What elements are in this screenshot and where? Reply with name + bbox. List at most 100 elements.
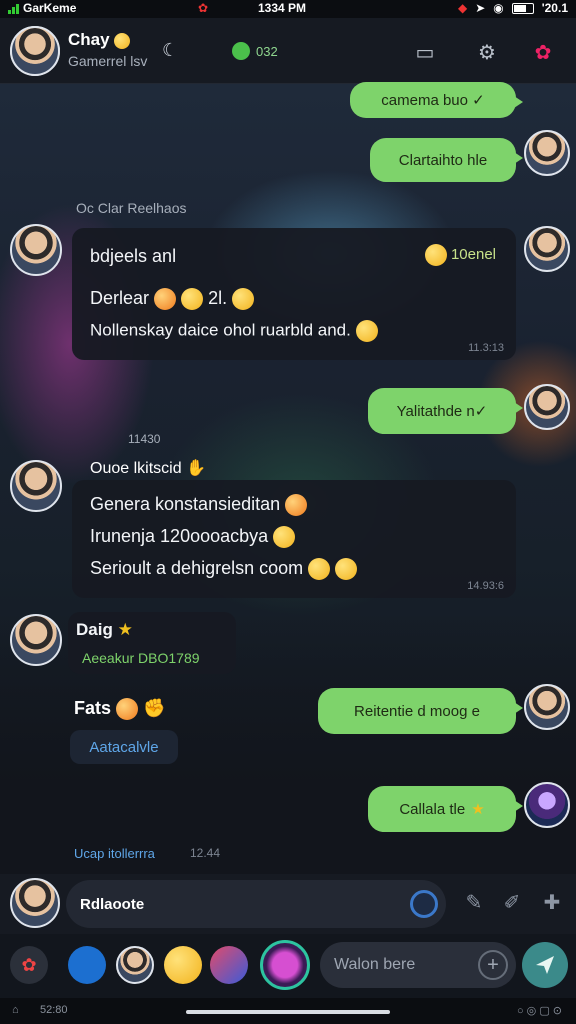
footer-time: 12.44 bbox=[190, 846, 221, 860]
emoji-icon[interactable] bbox=[164, 946, 202, 984]
hand-icon: ✊ bbox=[143, 698, 166, 718]
message-line: Derlear 2l. bbox=[90, 288, 255, 311]
location-icon: ➤ bbox=[475, 1, 486, 15]
sender-avatar[interactable] bbox=[524, 130, 570, 176]
sender-handle: Aeeakur DBO1789 bbox=[82, 650, 200, 666]
carrier-name: GarKeme bbox=[23, 1, 77, 15]
sender-avatar[interactable] bbox=[10, 614, 62, 666]
chat-header: Chay Gamerrel lsv ☾ 032 ▭ ⚙ ✿ bbox=[0, 18, 576, 84]
input-text: Rdlaoote bbox=[80, 896, 145, 913]
sender-name: Daig ★ bbox=[76, 620, 133, 639]
tag-text: 10enel bbox=[450, 245, 496, 263]
wifi-icon: ◉ bbox=[493, 1, 504, 15]
emoji-icon bbox=[285, 494, 308, 517]
my-avatar[interactable] bbox=[10, 878, 60, 928]
laugh-emoji-icon bbox=[355, 320, 378, 342]
carrier: GarKeme bbox=[8, 1, 76, 15]
system-icons: ○ ◎ ▢ ⊙ bbox=[516, 1005, 562, 1017]
lock-icon: ⌂ bbox=[12, 1004, 19, 1016]
voice-icon[interactable] bbox=[410, 890, 438, 918]
composer: Rdlaoote ✎ ✐ ✚ bbox=[0, 874, 576, 934]
moon-icon[interactable]: ☾ bbox=[162, 40, 178, 61]
contact-subtitle: Gamerrel lsv bbox=[68, 53, 148, 69]
status-bar: GarKeme ✿ 1334 PM ◆ ➤ ◉ '20.1 bbox=[0, 0, 576, 18]
sender-avatar[interactable] bbox=[10, 460, 62, 512]
heart-eyes-emoji-icon bbox=[308, 558, 331, 581]
link-chip[interactable]: Aatacalvle bbox=[70, 730, 178, 764]
battery-level: '20.1 bbox=[541, 1, 568, 15]
friend-avatar[interactable] bbox=[116, 946, 154, 984]
reply-placeholder: Walon bere bbox=[334, 956, 416, 973]
mini-avatar bbox=[10, 26, 60, 76]
message-text: Clartaihto hle bbox=[398, 151, 488, 169]
game-icon[interactable] bbox=[260, 940, 310, 990]
sender-name: Oc Clar Reelhaos bbox=[76, 200, 187, 216]
angry-emoji-icon bbox=[116, 698, 139, 721]
message-line: Nollenskay daice ohol ruarbld and. bbox=[90, 320, 378, 342]
sender-avatar[interactable] bbox=[524, 684, 570, 730]
outgoing-message[interactable]: Callala tle ★ bbox=[368, 786, 523, 832]
outgoing-message[interactable]: Reitentie d moog e bbox=[318, 688, 523, 734]
settings-icon[interactable]: ⚙ bbox=[474, 40, 500, 64]
angry-emoji-icon bbox=[154, 288, 177, 311]
system-left-text: 52:80 bbox=[40, 1004, 68, 1016]
message-line: Genera konstansieditan bbox=[90, 494, 308, 517]
incoming-message[interactable]: Fats ✊ bbox=[74, 698, 166, 721]
notification-icon: ✿ bbox=[198, 1, 209, 15]
send-icon bbox=[536, 956, 554, 974]
outgoing-message[interactable]: Yalitathde n✓ bbox=[368, 388, 523, 434]
message-line: Serioult a dehigrelsn coom bbox=[90, 558, 358, 581]
line-text: Derlear bbox=[90, 288, 150, 308]
signal-icon bbox=[8, 3, 19, 14]
pen-icon[interactable]: ✎ bbox=[460, 890, 488, 918]
message-text: Yalitathde n✓ bbox=[396, 403, 488, 420]
contact-name[interactable]: Chay bbox=[68, 30, 131, 50]
wow-emoji-icon bbox=[232, 288, 255, 311]
message-input[interactable]: Rdlaoote bbox=[66, 880, 446, 928]
outgoing-message[interactable]: Clartaihto hle bbox=[370, 138, 523, 182]
brush-icon[interactable]: ✐ bbox=[498, 890, 526, 918]
sender-avatar[interactable] bbox=[524, 226, 570, 272]
grin-emoji-icon bbox=[273, 526, 296, 549]
message-time: 11.3:13 bbox=[468, 342, 504, 354]
sender-name: Ouoe lkitscid ✋ bbox=[90, 460, 206, 477]
status-time: 1334 PM bbox=[258, 1, 307, 15]
screen-icon[interactable]: ▭ bbox=[412, 40, 438, 64]
quick-bar: ✿ Walon bere + bbox=[0, 934, 576, 998]
message-tag: 10enel bbox=[424, 244, 496, 266]
message-text: Callala tle bbox=[399, 800, 466, 818]
system-bar: ⌂ 52:80 ○ ◎ ▢ ⊙ bbox=[0, 998, 576, 1024]
plus-icon[interactable]: + bbox=[478, 950, 508, 980]
message-text: camema buo ✓ bbox=[381, 92, 485, 109]
star-icon: ★ bbox=[471, 801, 485, 818]
link-text: Aatacalvle bbox=[89, 738, 159, 756]
message-time: 14.93:6 bbox=[467, 580, 504, 592]
home-handle[interactable] bbox=[186, 1010, 390, 1014]
incoming-message[interactable]: bdjeels anl 10enel Derlear 2l. Nollenska… bbox=[72, 228, 516, 360]
sender-avatar[interactable] bbox=[524, 782, 570, 828]
message-line: Irunenja 120oooacbya bbox=[90, 526, 296, 549]
flower-icon[interactable]: ✿ bbox=[10, 946, 48, 984]
incoming-message[interactable]: Genera konstansieditan Irunenja 120oooac… bbox=[72, 480, 516, 598]
send-button[interactable] bbox=[522, 942, 568, 988]
more-icon[interactable]: ✿ bbox=[530, 40, 556, 64]
line-text: Nollenskay daice ohol ruarbld and. bbox=[90, 320, 351, 340]
message-text: Reitentie d moog e bbox=[354, 702, 480, 720]
footer-note[interactable]: Ucap itollerrra bbox=[74, 846, 155, 861]
outgoing-message[interactable]: camema buo ✓ bbox=[350, 82, 523, 118]
smile-emoji-icon bbox=[181, 288, 204, 311]
incoming-message[interactable]: Daig ★ Aeeakur DBO1789 bbox=[68, 612, 236, 674]
sticker-icon[interactable] bbox=[210, 946, 248, 984]
reply-input[interactable]: Walon bere + bbox=[320, 942, 516, 988]
grin-emoji-icon bbox=[335, 558, 358, 581]
timestamp-label: 11430 bbox=[128, 432, 161, 446]
alert-icon: ◆ bbox=[458, 1, 468, 15]
emoji-icon bbox=[114, 32, 131, 49]
app-icon[interactable] bbox=[68, 946, 106, 984]
line-extra: 2l. bbox=[208, 288, 228, 308]
sender-avatar[interactable] bbox=[10, 224, 62, 276]
battery-icon bbox=[511, 2, 534, 14]
sender-avatar[interactable] bbox=[524, 384, 570, 430]
add-icon[interactable]: ✚ bbox=[538, 890, 566, 918]
message-text: Fats bbox=[74, 698, 112, 718]
